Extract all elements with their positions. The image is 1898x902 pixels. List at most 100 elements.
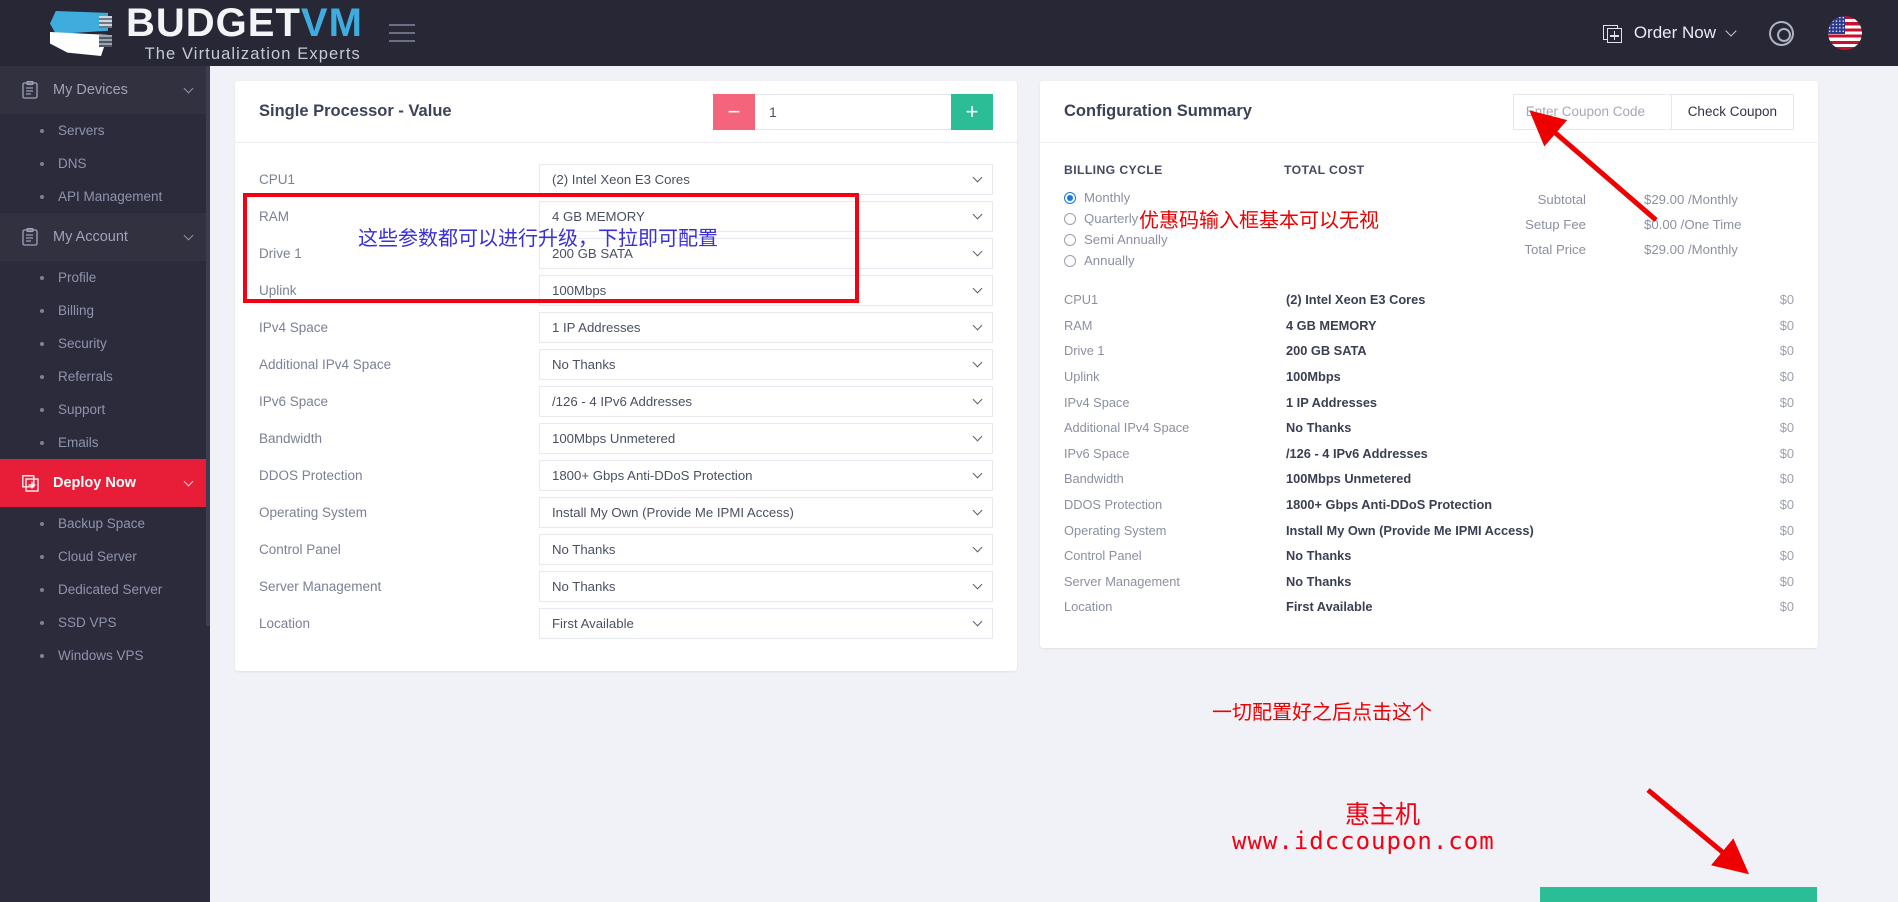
next-step-make-payment-button[interactable]: Next Step: Make Payment — [1540, 887, 1817, 902]
sidebar-item-label: Support — [58, 402, 106, 417]
config-row: Operating System Install My Own (Provide … — [259, 494, 993, 531]
chevron-down-icon — [972, 246, 983, 257]
summary-row: Bandwidth 100Mbps Unmetered $0 — [1064, 466, 1794, 492]
quantity-stepper[interactable]: − 1 + — [713, 93, 993, 130]
chevron-down-icon — [972, 209, 983, 220]
quantity-input[interactable]: 1 — [755, 93, 951, 130]
sidebar-item-dns[interactable]: DNS — [0, 147, 210, 180]
summary-row-label: DDOS Protection — [1064, 497, 1163, 513]
radio-button[interactable] — [1064, 254, 1076, 267]
billing-option-monthly[interactable]: Monthly — [1064, 187, 1284, 208]
sidebar-item-servers[interactable]: Servers — [0, 114, 210, 147]
config-select-operating-system[interactable]: Install My Own (Provide Me IPMI Access) — [539, 497, 993, 528]
config-select-ipv6-space[interactable]: /126 - 4 IPv6 Addresses — [539, 386, 993, 417]
configuration-options-list: CPU1 (2) Intel Xeon E3 Cores RAM 4 GB MEMOR… — [235, 143, 1017, 652]
sidebar-item-referrals[interactable]: Referrals — [0, 360, 210, 393]
quantity-decrement-button[interactable]: − — [713, 93, 755, 130]
billing-option-quarterly[interactable]: Quarterly — [1064, 208, 1284, 229]
sidebar-item-label: Cloud Server — [58, 549, 137, 564]
sidebar-item-emails[interactable]: Emails — [0, 426, 210, 459]
config-row-label: Bandwidth — [259, 431, 323, 446]
bullet-icon — [40, 308, 44, 313]
config-select-value: First Available — [552, 616, 634, 631]
summary-row-value: 1 IP Addresses — [1286, 394, 1378, 410]
config-select-server-management[interactable]: No Thanks — [539, 571, 993, 602]
sidebar-item-dedicated-server[interactable]: Dedicated Server — [0, 573, 210, 606]
sidebar-item-label: Profile — [58, 270, 97, 285]
plus-box-icon — [1602, 23, 1623, 43]
bullet-icon — [40, 620, 44, 625]
config-select-ddos-protection[interactable]: 1800+ Gbps Anti-DDoS Protection — [539, 460, 993, 491]
sidebar-item-label: Windows VPS — [58, 648, 144, 663]
sidebar-item-ssd-vps[interactable]: SSD VPS — [0, 606, 210, 639]
sidebar-item-profile[interactable]: Profile — [0, 261, 210, 294]
config-select-ram[interactable]: 4 GB MEMORY — [539, 201, 993, 232]
config-select-drive-1[interactable]: 200 GB SATA — [539, 238, 993, 269]
config-select-location[interactable]: First Available — [539, 608, 993, 639]
summary-row-label: Uplink — [1064, 369, 1100, 385]
summary-row-label: Server Management — [1064, 573, 1180, 589]
lifering-icon[interactable] — [1769, 20, 1794, 46]
summary-row: Uplink 100Mbps $0 — [1064, 364, 1794, 390]
config-select-cpu1[interactable]: (2) Intel Xeon E3 Cores — [539, 164, 993, 195]
config-row-label: CPU1 — [259, 172, 296, 187]
radio-button[interactable] — [1064, 191, 1076, 204]
summary-row-price: $0 — [1779, 343, 1794, 359]
billing-option-label: Annually — [1084, 253, 1135, 268]
sidebar-item-windows-vps[interactable]: Windows VPS — [0, 639, 210, 672]
config-row-label: IPv4 Space — [259, 320, 329, 335]
summary-row: Operating System Install My Own (Provide … — [1064, 517, 1794, 543]
summary-row-price: $0 — [1779, 573, 1794, 589]
brand-logo[interactable]: BUDGETVM The Virtualization Experts — [46, 3, 363, 63]
sidebar-group-deploy-now[interactable]: Deploy Now — [0, 459, 210, 507]
chevron-down-icon — [972, 505, 983, 516]
config-select-bandwidth[interactable]: 100Mbps Unmetered — [539, 423, 993, 454]
sidebar-item-api-management[interactable]: API Management — [0, 180, 210, 213]
cost-value: $0.00 /One Time — [1644, 217, 1742, 232]
config-row: CPU1 (2) Intel Xeon E3 Cores — [259, 161, 993, 198]
summary-row: Drive 1 200 GB SATA $0 — [1064, 338, 1794, 364]
config-row: Server Management No Thanks — [259, 568, 993, 605]
config-select-ipv4-space[interactable]: 1 IP Addresses — [539, 312, 993, 343]
sidebar-item-cloud-server[interactable]: Cloud Server — [0, 540, 210, 573]
radio-button[interactable] — [1064, 212, 1076, 225]
sidebar-group-my-devices[interactable]: My Devices — [0, 66, 210, 114]
chevron-down-icon — [972, 394, 983, 405]
summary-row-value: No Thanks — [1286, 548, 1352, 564]
sidebar-group-my-account[interactable]: My Account — [0, 213, 210, 261]
check-coupon-button[interactable]: Check Coupon — [1670, 93, 1794, 130]
sidebar-item-support[interactable]: Support — [0, 393, 210, 426]
config-select-value: No Thanks — [552, 579, 616, 594]
billing-option-semi-annually[interactable]: Semi Annually — [1064, 229, 1284, 250]
config-row: Additional IPv4 Space No Thanks — [259, 346, 993, 383]
sidebar-item-label: Referrals — [58, 369, 113, 384]
plus-box-icon — [22, 474, 40, 492]
sidebar-item-backup-space[interactable]: Backup Space — [0, 507, 210, 540]
config-select-value: 4 GB MEMORY — [552, 209, 645, 224]
config-select-control-panel[interactable]: No Thanks — [539, 534, 993, 565]
configuration-summary-card: Configuration Summary Enter Coupon Code … — [1040, 81, 1818, 648]
sidebar-item-label: Emails — [58, 435, 99, 450]
summary-row-value: No Thanks — [1286, 420, 1352, 436]
order-now-button[interactable]: Order Now — [1602, 23, 1737, 43]
sidebar-item-billing[interactable]: Billing — [0, 294, 210, 327]
clipboard-icon — [22, 81, 40, 99]
sidebar-navigation: My Devices Servers DNS API Management My Acc… — [0, 66, 210, 902]
sidebar-item-security[interactable]: Security — [0, 327, 210, 360]
summary-row: CPU1 (2) Intel Xeon E3 Cores $0 — [1064, 287, 1794, 313]
billing-option-annually[interactable]: Annually — [1064, 250, 1284, 271]
radio-button[interactable] — [1064, 233, 1076, 246]
chevron-down-icon — [183, 476, 194, 486]
cost-row: Subtotal $29.00 /Monthly — [1284, 187, 1794, 212]
summary-row-price: $0 — [1779, 369, 1794, 385]
quantity-increment-button[interactable]: + — [951, 93, 993, 130]
bullet-icon — [40, 653, 44, 658]
order-now-label: Order Now — [1633, 23, 1716, 42]
config-select-uplink[interactable]: 100Mbps — [539, 275, 993, 306]
config-select-additional-ipv4-space[interactable]: No Thanks — [539, 349, 993, 380]
bullet-icon — [40, 128, 44, 133]
summary-row-price: $0 — [1779, 471, 1794, 487]
coupon-code-input[interactable]: Enter Coupon Code — [1512, 93, 1671, 130]
hamburger-icon[interactable] — [388, 24, 415, 42]
us-flag-icon[interactable] — [1828, 16, 1862, 50]
